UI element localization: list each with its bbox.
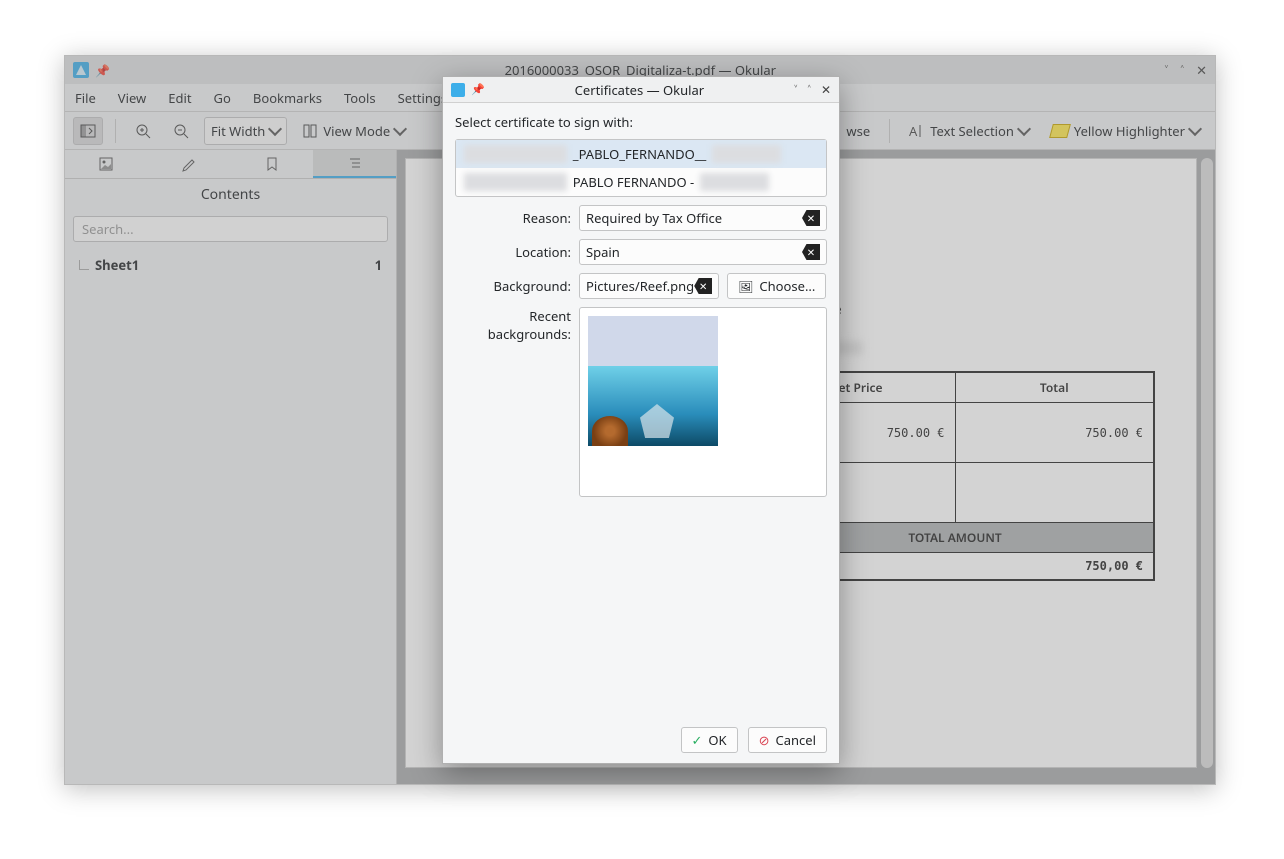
dialog-minimize-button[interactable]: ˅ [794, 81, 797, 98]
certificates-dialog: 📌 Certificates — Okular ˅ ˄ ✕ Select cer… [442, 76, 840, 764]
recent-background-thumbnail[interactable] [588, 316, 718, 446]
dialog-title: Certificates — Okular [485, 81, 794, 99]
check-icon [692, 731, 703, 749]
location-input[interactable]: Spain ✕ [579, 239, 827, 265]
reason-label: Reason: [455, 209, 571, 227]
certificate-item[interactable]: XXXXXX XXXXXX_PABLO_FERNANDO__XXXXXXXX [456, 140, 826, 168]
pin-icon[interactable]: 📌 [471, 82, 485, 97]
ok-button[interactable]: OK [681, 727, 738, 753]
dialog-maximize-button[interactable]: ˄ [808, 81, 811, 98]
recent-backgrounds-label: Recent backgrounds: [455, 307, 571, 343]
cancel-icon [759, 731, 770, 749]
image-icon [738, 277, 753, 295]
clear-location-button[interactable]: ✕ [802, 244, 820, 260]
location-label: Location: [455, 243, 571, 261]
cancel-button[interactable]: Cancel [748, 727, 827, 753]
certificate-item[interactable]: XXXXXX XXXXXX PABLO FERNANDO - XXXXXXXX [456, 168, 826, 196]
clear-background-button[interactable]: ✕ [694, 278, 712, 294]
okular-app-icon [451, 83, 465, 97]
dialog-prompt: Select certificate to sign with: [455, 113, 827, 131]
dialog-close-button[interactable]: ✕ [821, 81, 831, 98]
reason-input[interactable]: Required by Tax Office ✕ [579, 205, 827, 231]
reef-thumbnail-image [588, 366, 718, 446]
clear-reason-button[interactable]: ✕ [802, 210, 820, 226]
dialog-titlebar: 📌 Certificates — Okular ˅ ˄ ✕ [443, 77, 839, 103]
background-input[interactable]: Pictures/Reef.png ✕ [579, 273, 719, 299]
recent-backgrounds-list [579, 307, 827, 497]
choose-background-button[interactable]: Choose... [727, 273, 826, 299]
background-label: Background: [455, 277, 571, 295]
certificate-list[interactable]: XXXXXX XXXXXX_PABLO_FERNANDO__XXXXXXXX X… [455, 139, 827, 197]
